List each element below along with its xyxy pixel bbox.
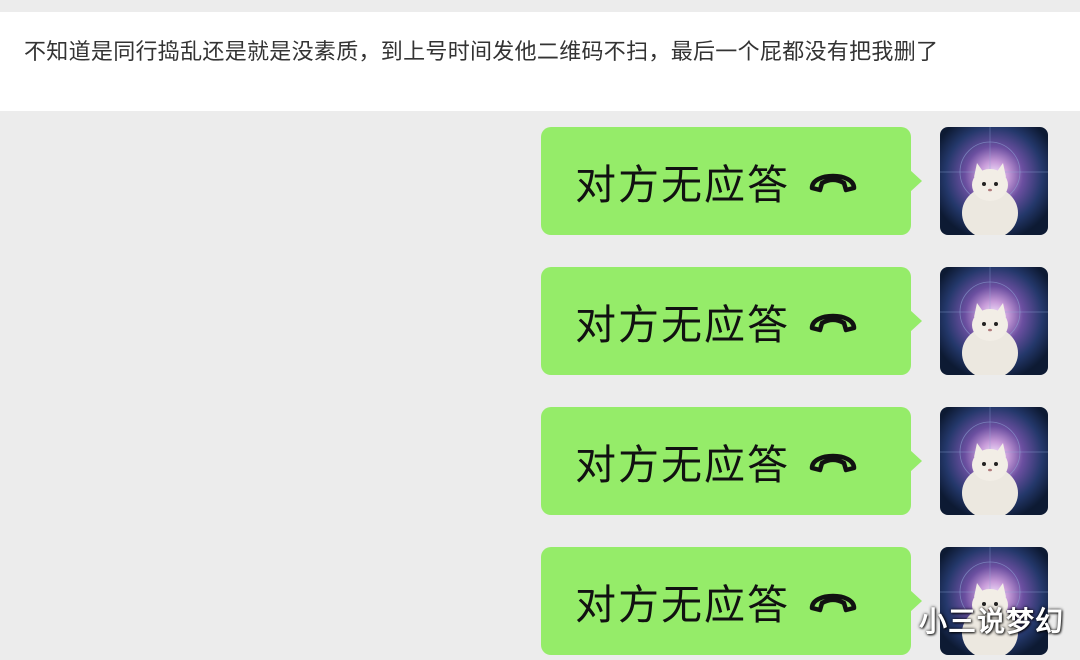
watermark: 小三说梦幻	[918, 605, 1064, 638]
user-avatar[interactable]	[940, 127, 1048, 235]
call-status-text: 对方无应答	[575, 301, 790, 349]
chat-area[interactable]: 对方无应答 对方无应答 对方无应答 对方无应答	[0, 111, 1080, 660]
post-caption: 不知道是同行捣乱还是就是没素质，到上号时间发他二维码不扫，最后一个屁都没有把我删…	[0, 12, 1080, 111]
phone-hangup-icon	[808, 168, 858, 194]
call-status-bubble[interactable]: 对方无应答	[541, 267, 922, 375]
user-avatar[interactable]	[940, 407, 1048, 515]
phone-hangup-icon	[808, 448, 858, 474]
phone-hangup-icon	[808, 308, 858, 334]
call-status-text: 对方无应答	[575, 441, 790, 489]
message-row: 对方无应答	[540, 111, 1050, 235]
call-status-bubble[interactable]: 对方无应答	[541, 407, 922, 515]
cat-avatar-icon	[940, 127, 1048, 235]
call-status-text: 对方无应答	[575, 581, 790, 629]
message-row: 对方无应答	[540, 251, 1050, 375]
call-status-bubble[interactable]: 对方无应答	[541, 127, 922, 235]
message-row: 对方无应答	[540, 391, 1050, 515]
cat-avatar-icon	[940, 407, 1048, 515]
user-avatar[interactable]	[940, 267, 1048, 375]
phone-hangup-icon	[808, 588, 858, 614]
top-strip	[0, 0, 1080, 12]
cat-avatar-icon	[940, 267, 1048, 375]
call-status-bubble[interactable]: 对方无应答	[541, 547, 922, 655]
call-status-text: 对方无应答	[575, 161, 790, 209]
post-caption-text: 不知道是同行捣乱还是就是没素质，到上号时间发他二维码不扫，最后一个屁都没有把我删…	[24, 40, 939, 65]
